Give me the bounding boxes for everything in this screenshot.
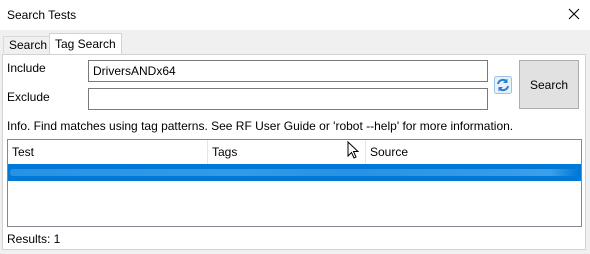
search-button[interactable]: Search — [519, 60, 579, 109]
results-count: Results: 1 — [7, 232, 61, 246]
exclude-input[interactable] — [88, 88, 488, 110]
row-content-redacted — [10, 169, 579, 176]
tab-search[interactable]: Search — [3, 36, 54, 53]
refresh-button[interactable] — [492, 73, 514, 97]
include-input[interactable] — [88, 60, 488, 82]
column-header-tags[interactable]: Tags — [208, 140, 366, 164]
info-text: Info. Find matches using tag patterns. S… — [7, 119, 514, 133]
close-button[interactable] — [560, 2, 588, 26]
refresh-icon — [494, 76, 512, 94]
column-header-test[interactable]: Test — [8, 140, 208, 164]
search-button-label: Search — [529, 77, 569, 92]
include-label: Include — [7, 61, 46, 75]
table-row[interactable] — [8, 164, 581, 181]
exclude-label: Exclude — [7, 90, 50, 104]
tab-tag-search[interactable]: Tag Search — [49, 33, 122, 54]
results-list[interactable]: Test Tags Source — [7, 139, 582, 227]
window-title: Search Tests — [7, 8, 77, 22]
mouse-cursor-icon — [347, 140, 360, 163]
column-header-source[interactable]: Source — [366, 140, 581, 164]
close-icon — [568, 8, 580, 20]
title-bar: Search Tests — [0, 0, 590, 30]
